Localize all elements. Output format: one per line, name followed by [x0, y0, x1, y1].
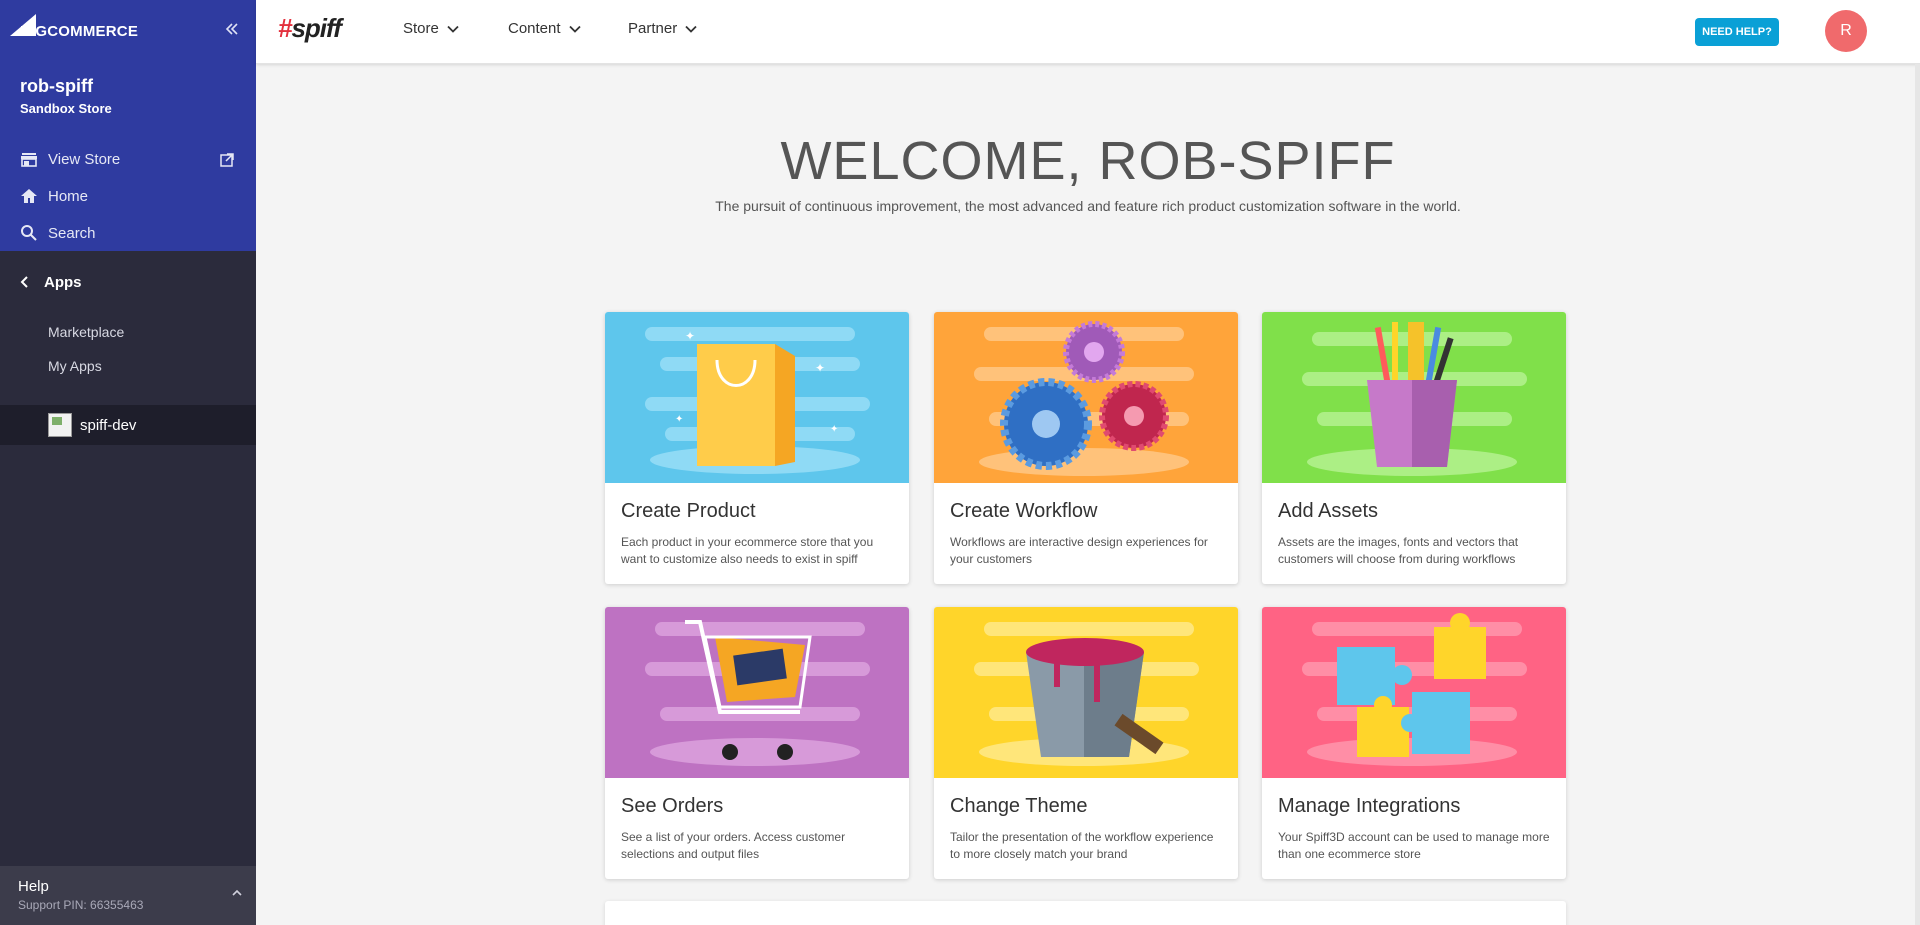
avatar[interactable]: R — [1825, 10, 1867, 52]
search-icon — [21, 225, 37, 241]
card-description: Workflows are interactive design experie… — [950, 535, 1208, 566]
card-title: Create Workflow — [950, 500, 1098, 522]
app-label: spiff-dev — [80, 416, 137, 434]
page-tagline: The pursuit of continuous improvement, t… — [715, 198, 1461, 214]
sidebar-item-label: Home — [48, 187, 89, 205]
support-pin: Support PIN: 66355463 — [18, 898, 144, 912]
card-title: Create Product — [621, 500, 756, 522]
sidebar-item-marketplace[interactable]: Marketplace — [48, 324, 124, 340]
gears-illustration — [934, 312, 1238, 483]
bigcommerce-logo-text: BIGCOMMERCE — [20, 23, 139, 40]
sidebar-store-panel: BIGCOMMERCE rob-spiff Sandbox Store View… — [0, 0, 256, 251]
nav-label: Store — [403, 20, 439, 37]
external-link-icon[interactable] — [219, 152, 235, 168]
sidebar: BIGCOMMERCE rob-spiff Sandbox Store View… — [0, 0, 256, 925]
page-title: WELCOME, ROB-SPIFF — [780, 131, 1396, 191]
chevron-down-icon — [685, 25, 697, 33]
card-title: Change Theme — [950, 795, 1088, 817]
help-panel[interactable]: Help Support PIN: 66355463 — [0, 866, 256, 925]
sidebar-item-spiff-dev[interactable]: spiff-dev — [0, 405, 256, 445]
nav-label: Partner — [628, 20, 678, 37]
nav-store[interactable]: Store — [403, 20, 459, 37]
pencil-cup-illustration — [1262, 312, 1566, 483]
store-icon — [21, 153, 37, 167]
logo-hash: # — [278, 13, 293, 43]
apps-back-button[interactable]: Apps — [20, 270, 82, 294]
chevron-down-icon — [568, 25, 581, 33]
collapse-sidebar-button[interactable] — [222, 19, 242, 39]
logo-text: spiff — [291, 13, 341, 43]
sidebar-item-label: Search — [48, 224, 96, 242]
sidebar-item-label: View Store — [48, 150, 121, 168]
nav-partner[interactable]: Partner — [628, 20, 697, 37]
home-icon — [21, 189, 37, 203]
scrollbar[interactable] — [1915, 64, 1920, 925]
chevron-up-icon — [232, 889, 242, 896]
store-type: Sandbox Store — [20, 101, 112, 116]
card-description: Your Spiff3D account can be used to mana… — [1278, 830, 1550, 861]
card-create-workflow[interactable]: Create Workflow Workflows are interactiv… — [934, 312, 1238, 584]
main-content: #spiff Store Content Partner NEED HELP? … — [256, 0, 1920, 925]
card-description: Tailor the presentation of the workflow … — [950, 830, 1214, 861]
card-see-orders[interactable]: See Orders See a list of your orders. Ac… — [605, 607, 909, 879]
paint-bucket-illustration — [934, 607, 1238, 778]
nav-content[interactable]: Content — [508, 20, 581, 37]
help-title: Help — [18, 878, 49, 895]
card-create-product[interactable]: ✦ ✦ ✦ ✦ Create Product Each product in y… — [605, 312, 909, 584]
card-title: See Orders — [621, 795, 724, 817]
app-image-icon — [48, 413, 72, 437]
bigcommerce-logo[interactable]: BIGCOMMERCE — [10, 14, 140, 46]
double-chevron-left-icon — [225, 23, 238, 35]
chevron-left-icon — [20, 276, 28, 288]
sidebar-item-my-apps[interactable]: My Apps — [48, 358, 102, 374]
card-add-assets[interactable]: Add Assets Assets are the images, fonts … — [1262, 312, 1566, 584]
puzzle-pieces-illustration — [1262, 607, 1566, 778]
sidebar-item-view-store[interactable]: View Store — [20, 146, 120, 172]
card-description: Assets are the images, fonts and vectors… — [1278, 535, 1519, 566]
card-title: Add Assets — [1278, 500, 1379, 522]
store-name: rob-spiff — [20, 76, 93, 96]
sidebar-item-home[interactable]: Home — [20, 183, 88, 209]
svg-text:✦: ✦ — [815, 361, 825, 375]
card-change-theme[interactable]: Change Theme Tailor the presentation of … — [934, 607, 1238, 879]
shopping-cart-illustration — [605, 607, 909, 778]
card-description: See a list of your orders. Access custom… — [621, 830, 846, 861]
svg-text:✦: ✦ — [685, 329, 695, 343]
shopping-bag-illustration: ✦ ✦ ✦ ✦ — [605, 312, 909, 483]
spiff-logo[interactable]: #spiff — [278, 13, 342, 44]
card-description: Each product in your ecommerce store tha… — [621, 535, 874, 566]
chevron-down-icon — [447, 25, 459, 33]
svg-text:✦: ✦ — [675, 414, 683, 425]
card-title: Manage Integrations — [1278, 795, 1461, 817]
svg-text:✦: ✦ — [830, 424, 838, 435]
card-manage-integrations[interactable]: Manage Integrations Your Spiff3D account… — [1262, 607, 1566, 879]
need-help-button[interactable]: NEED HELP? — [1695, 18, 1779, 46]
nav-label: Content — [508, 20, 561, 37]
apps-label: Apps — [44, 273, 82, 291]
sidebar-item-search[interactable]: Search — [20, 220, 96, 246]
top-bar: #spiff Store Content Partner NEED HELP? … — [256, 0, 1920, 64]
card-partial-next-row — [605, 901, 1566, 925]
